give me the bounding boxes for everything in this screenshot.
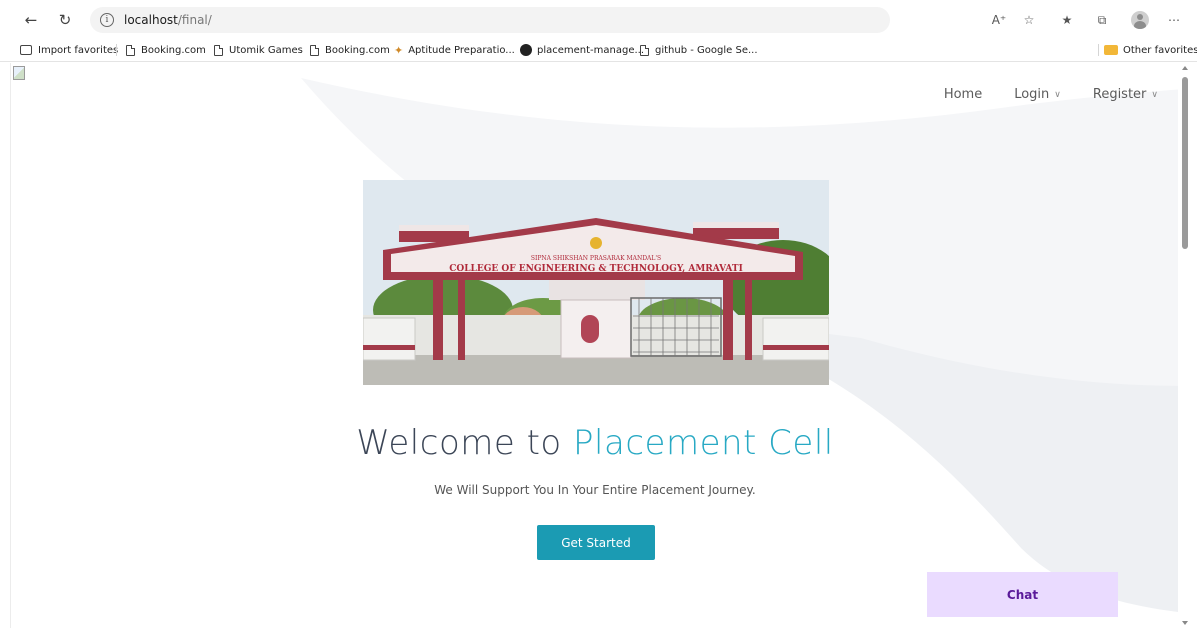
broken-image-icon bbox=[13, 66, 25, 80]
page-icon bbox=[214, 44, 223, 56]
site-navbar: Home Login ∨ Register ∨ bbox=[944, 87, 1158, 102]
nav-login[interactable]: Login ∨ bbox=[1014, 87, 1061, 102]
bookmark-utomik[interactable]: Utomik Games bbox=[214, 42, 303, 58]
bookmark-import-favorites[interactable]: Import favorites bbox=[20, 42, 118, 58]
bookmark-divider bbox=[1098, 44, 1099, 56]
nav-home[interactable]: Home bbox=[944, 87, 982, 102]
bookmark-booking-1[interactable]: Booking.com bbox=[126, 42, 206, 58]
back-arrow-icon[interactable]: ← bbox=[20, 9, 42, 31]
bookmark-booking-2[interactable]: Booking.com bbox=[310, 42, 390, 58]
nav-register-label: Register bbox=[1092, 87, 1147, 102]
scroll-thumb[interactable] bbox=[1182, 77, 1188, 249]
bookmark-label: Booking.com bbox=[141, 44, 206, 56]
chevron-down-icon: ∨ bbox=[1054, 89, 1061, 100]
scroll-down-icon[interactable] bbox=[1182, 621, 1188, 625]
gate-line2: COLLEGE OF ENGINEERING & TECHNOLOGY, AMR… bbox=[449, 264, 743, 274]
bookmark-label: placement-manage... bbox=[537, 44, 645, 56]
add-favorite-icon[interactable]: ☆ bbox=[1020, 11, 1038, 29]
aptitude-icon: ✦ bbox=[394, 43, 404, 57]
bookmark-label: github - Google Se... bbox=[655, 44, 758, 56]
hero-title-main: Welcome to bbox=[356, 423, 574, 463]
bookmark-aptitude[interactable]: ✦ Aptitude Preparatio... bbox=[394, 42, 515, 58]
address-bar[interactable]: i localhost/final/ bbox=[90, 7, 890, 33]
hero-title-accent: Placement Cell bbox=[573, 423, 834, 463]
page-icon bbox=[126, 44, 135, 56]
nav-home-label: Home bbox=[943, 87, 983, 102]
profile-avatar-icon[interactable] bbox=[1131, 11, 1149, 29]
github-icon bbox=[520, 44, 532, 56]
hero-title: Welcome to Placement Cell bbox=[11, 423, 1178, 463]
refresh-icon[interactable]: ↻ bbox=[54, 9, 76, 31]
url-host: localhost bbox=[124, 13, 178, 27]
get-started-button[interactable]: Get Started bbox=[537, 525, 655, 560]
chat-button[interactable]: Chat bbox=[927, 572, 1118, 617]
site-info-icon[interactable]: i bbox=[100, 13, 114, 27]
bookmark-other-favorites[interactable]: Other favorites bbox=[1104, 42, 1197, 58]
chevron-down-icon: ∨ bbox=[1151, 89, 1158, 100]
avatar bbox=[1131, 11, 1149, 29]
bookmark-placement-manage[interactable]: placement-manage... bbox=[520, 42, 644, 58]
bookmark-label: Booking.com bbox=[325, 44, 390, 56]
folder-icon bbox=[1104, 45, 1118, 55]
scroll-up-icon[interactable] bbox=[1182, 66, 1188, 70]
bookmark-label: Utomik Games bbox=[229, 44, 303, 56]
gate-line1: SIPNA SHIKSHAN PRASARAK MANDAL'S bbox=[531, 255, 661, 262]
more-menu-icon[interactable]: ⋯ bbox=[1165, 11, 1183, 29]
bookmark-label: Import favorites bbox=[38, 44, 119, 56]
hero-subtitle: We Will Support You In Your Entire Place… bbox=[434, 483, 756, 497]
favorites-icon[interactable]: ★ bbox=[1058, 11, 1076, 29]
college-gate-image: SIPNA SHIKSHAN PRASARAK MANDAL'S COLLEGE… bbox=[363, 180, 829, 385]
bookmarks-bar: Import favorites Booking.com Utomik Game… bbox=[0, 38, 1197, 62]
nav-register[interactable]: Register ∨ bbox=[1093, 87, 1158, 102]
page-scrollbar[interactable] bbox=[1179, 63, 1191, 628]
import-icon bbox=[20, 45, 32, 55]
read-aloud-icon[interactable]: A⁺ bbox=[990, 11, 1008, 29]
bookmark-label: Aptitude Preparatio... bbox=[408, 44, 515, 56]
url-path: /final/ bbox=[177, 13, 212, 27]
page-icon bbox=[640, 44, 649, 56]
bookmark-label: Other favorites bbox=[1123, 44, 1197, 56]
bookmark-divider bbox=[116, 44, 117, 56]
collections-icon[interactable]: ⧉ bbox=[1093, 11, 1111, 29]
nav-login-label: Login bbox=[1014, 87, 1050, 102]
browser-toolbar: ← ↻ i localhost/final/ A⁺ ☆ ★ ⧉ ⋯ bbox=[0, 0, 1197, 38]
bookmark-github-search[interactable]: github - Google Se... bbox=[640, 42, 758, 58]
page-icon bbox=[310, 44, 319, 56]
page-viewport: Home Login ∨ Register ∨ SIPNA SHIKSHAN PRA… bbox=[10, 63, 1178, 628]
